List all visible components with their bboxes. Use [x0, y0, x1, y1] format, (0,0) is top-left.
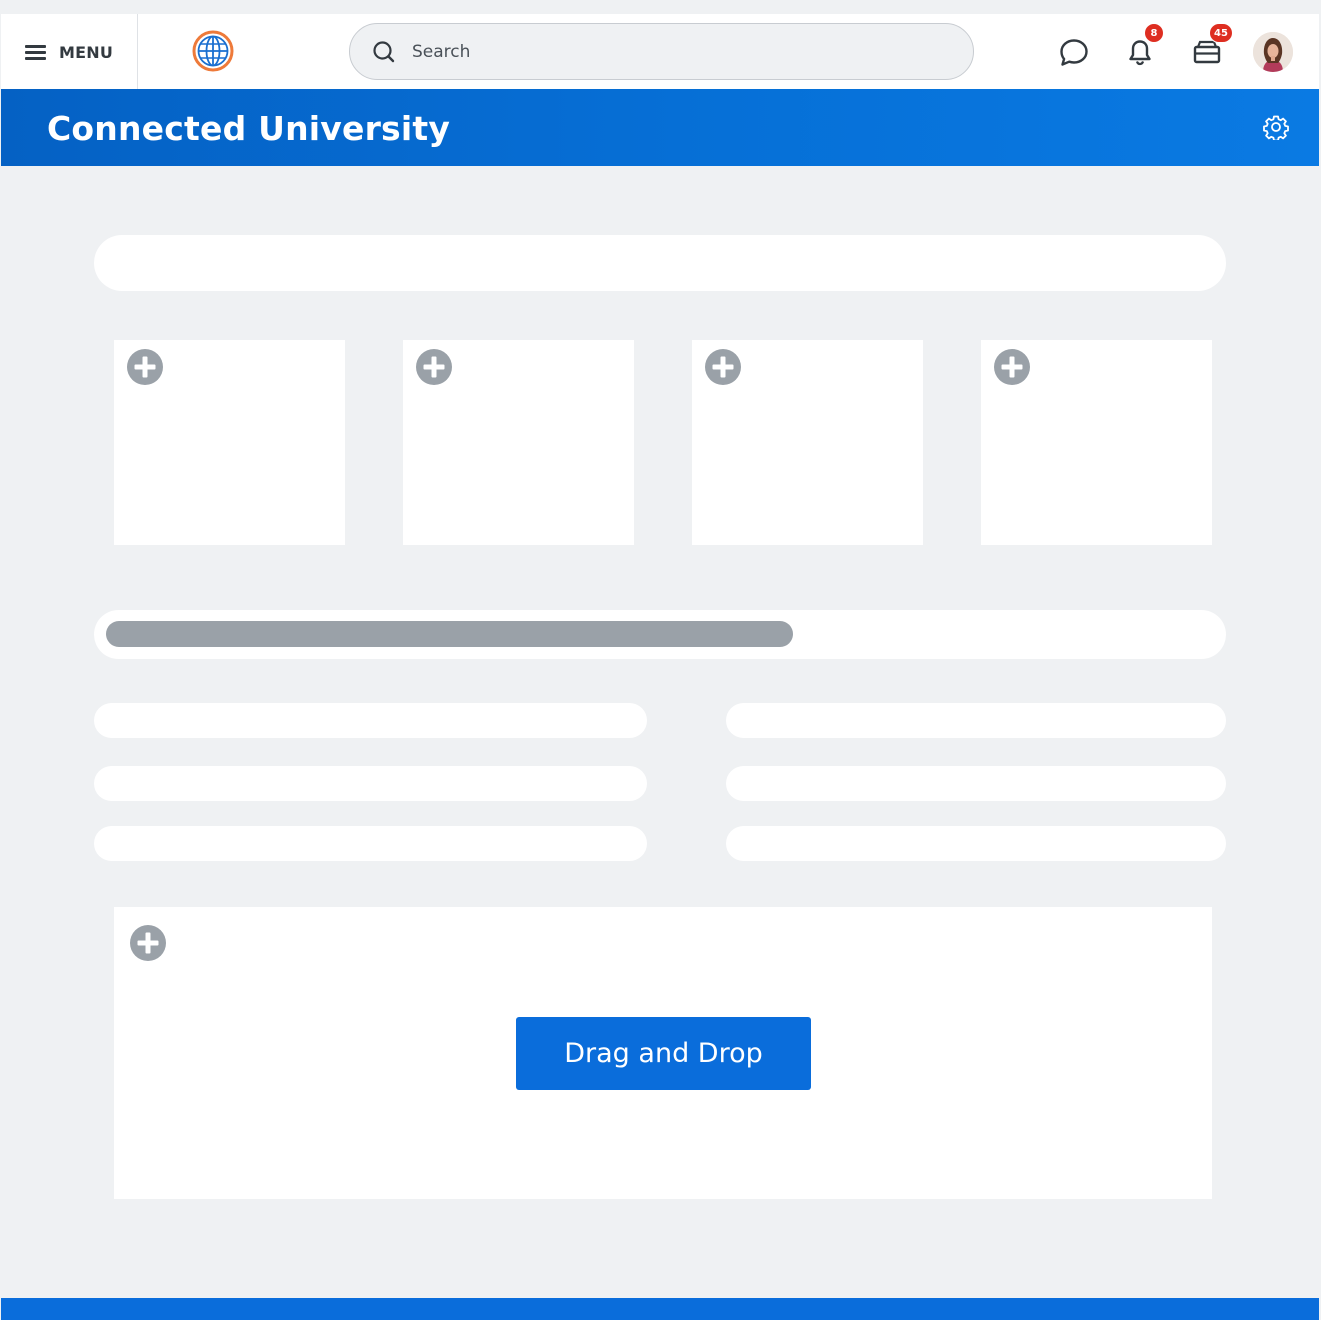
top-bar: MENU 8 — [1, 14, 1319, 89]
notifications-button[interactable]: 8 — [1120, 23, 1164, 72]
text-placeholder — [726, 826, 1226, 861]
drag-and-drop-button[interactable]: Drag and Drop — [516, 1017, 811, 1090]
progress-bar — [94, 610, 1226, 659]
app-frame: MENU 8 — [1, 14, 1319, 1320]
menu-label: MENU — [59, 42, 114, 62]
plus-circle-icon[interactable] — [415, 348, 453, 386]
user-avatar-image — [1253, 32, 1293, 72]
footer-bar — [1, 1298, 1319, 1320]
search-icon — [373, 40, 395, 62]
globe-logo-icon[interactable] — [191, 29, 235, 73]
card-slot — [114, 340, 345, 545]
gear-icon[interactable] — [1263, 114, 1289, 140]
card-slot — [403, 340, 634, 545]
plus-circle-icon[interactable] — [129, 924, 167, 962]
placeholder-bar — [94, 235, 1226, 291]
notifications-badge: 8 — [1144, 23, 1164, 43]
avatar[interactable] — [1253, 32, 1293, 72]
inbox-button[interactable]: 45 — [1187, 23, 1233, 72]
text-placeholder — [94, 703, 647, 738]
page-header: Connected University — [1, 89, 1319, 166]
text-placeholder — [94, 826, 647, 861]
drop-zone[interactable]: Drag and Drop — [114, 907, 1212, 1199]
text-placeholder — [726, 766, 1226, 801]
chat-icon[interactable] — [1054, 32, 1094, 72]
plus-circle-icon[interactable] — [704, 348, 742, 386]
search-bar[interactable] — [349, 23, 974, 80]
menu-button[interactable]: MENU — [25, 38, 113, 66]
card-slot — [981, 340, 1212, 545]
plus-circle-icon[interactable] — [126, 348, 164, 386]
progress-fill — [106, 621, 793, 647]
card-slot — [692, 340, 923, 545]
topbar-divider — [137, 14, 138, 89]
inbox-badge: 45 — [1209, 23, 1233, 43]
search-input[interactable] — [412, 41, 932, 62]
page-title: Connected University — [47, 109, 451, 148]
plus-circle-icon[interactable] — [993, 348, 1031, 386]
text-placeholder — [726, 703, 1226, 738]
hamburger-icon — [25, 44, 47, 60]
text-placeholder — [94, 766, 647, 801]
